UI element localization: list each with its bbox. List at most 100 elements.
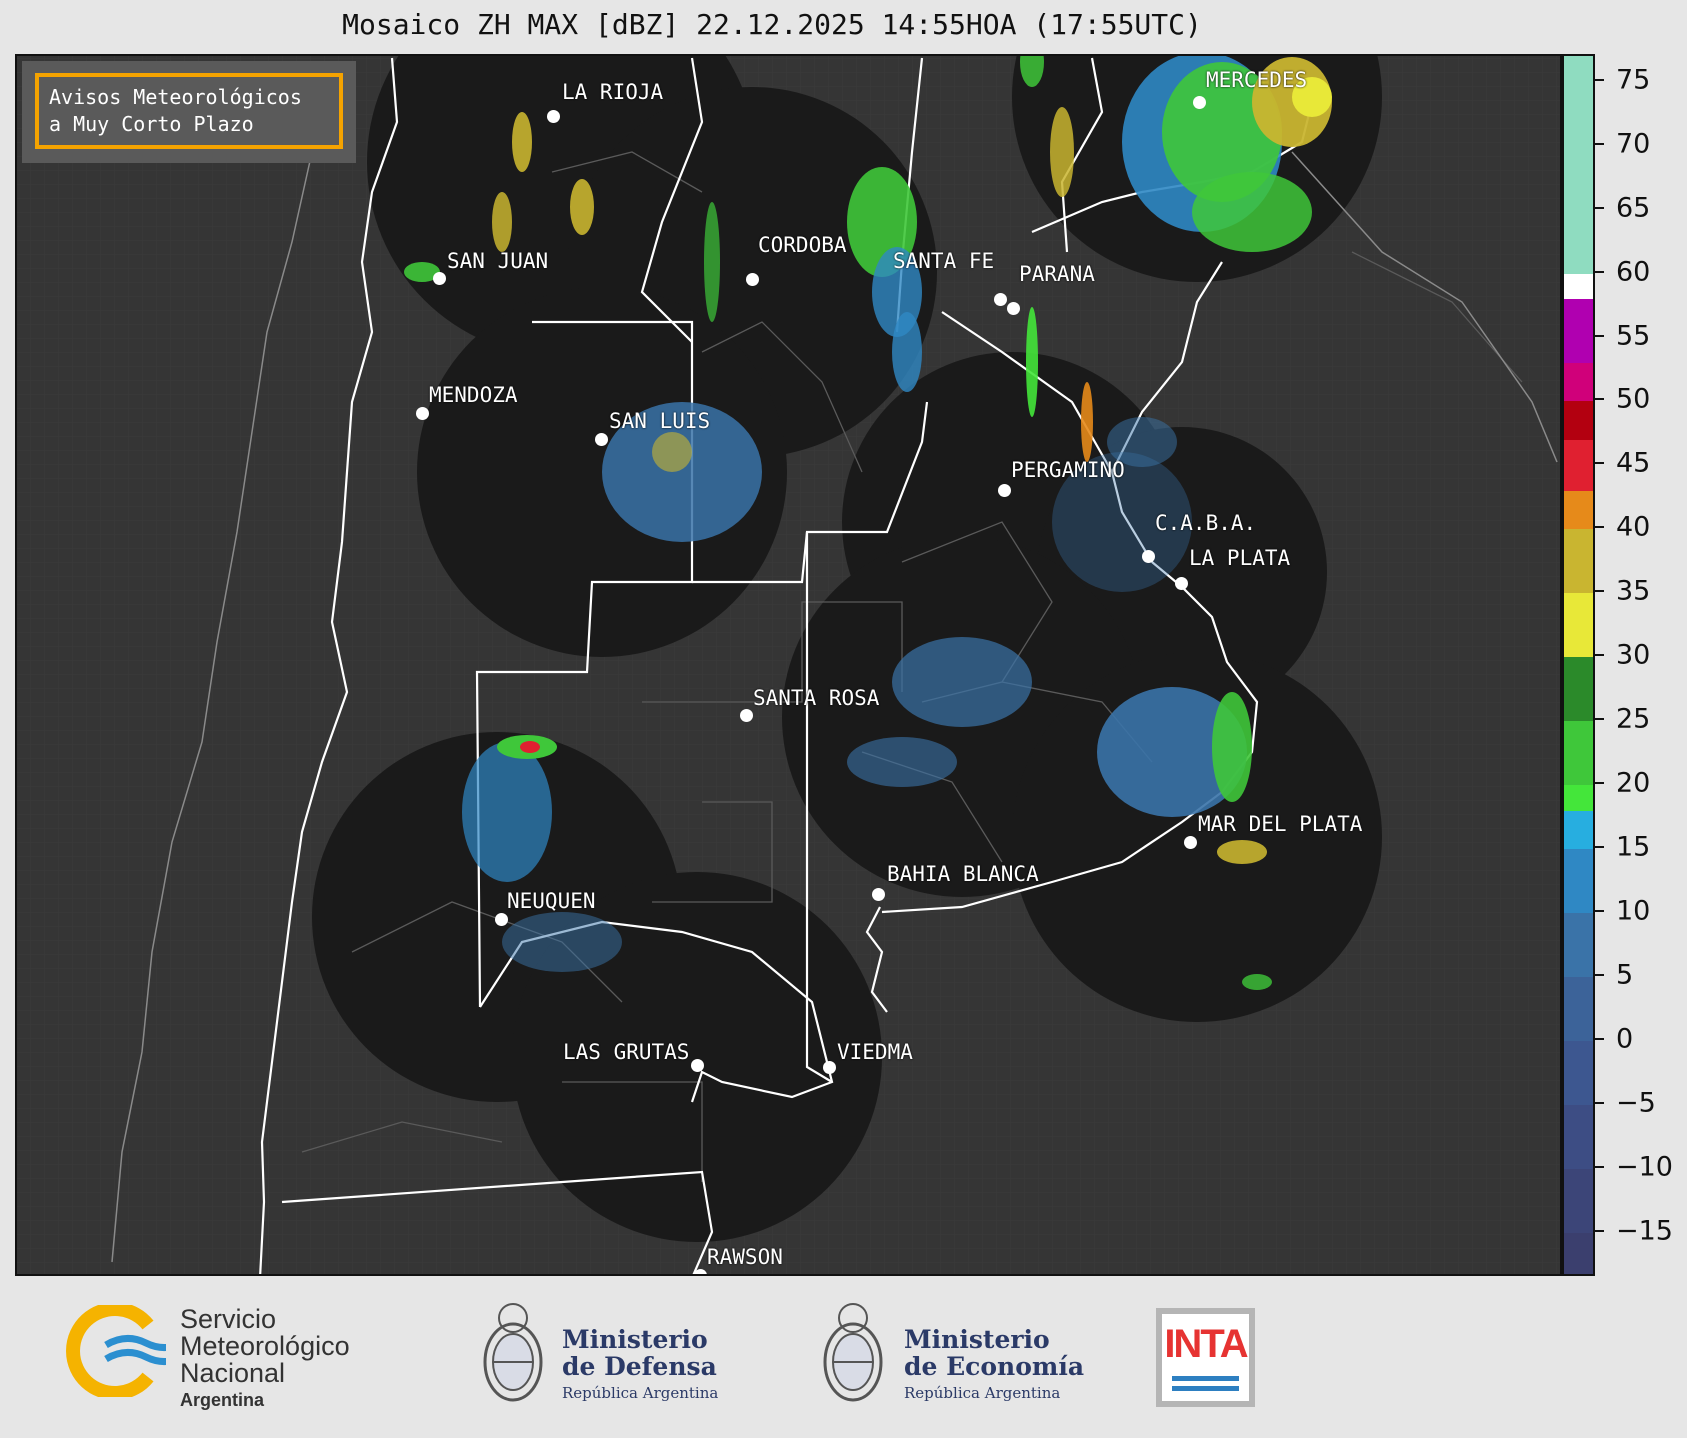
- city-dot: [1142, 550, 1155, 563]
- city-dot: [746, 273, 759, 286]
- colorbar-segment: [1564, 56, 1593, 274]
- colorbar-tick-mark: [1595, 1230, 1604, 1233]
- colorbar-segment: [1564, 1041, 1593, 1106]
- colorbar-tick-label: 35: [1616, 575, 1651, 607]
- colorbar-segment: [1564, 657, 1593, 722]
- coat-of-arms-icon: [823, 1303, 883, 1402]
- colorbar-tick-label: 25: [1616, 703, 1651, 735]
- city-dot: [1193, 96, 1206, 109]
- colorbar-tick-label: 30: [1616, 639, 1651, 671]
- defensa-line1: Ministerio: [562, 1325, 708, 1354]
- city-label-la-plata: LA PLATA: [1189, 546, 1291, 570]
- colorbar-tick-label: 45: [1616, 447, 1651, 479]
- economia-line2: de Economía: [904, 1352, 1085, 1381]
- colorbar-tick-mark: [1595, 398, 1604, 401]
- colorbar-tick-label: 15: [1616, 831, 1651, 863]
- colorbar-tick-label: 40: [1616, 511, 1651, 543]
- colorbar-segment: [1564, 810, 1593, 850]
- colorbar-tick-mark: [1595, 462, 1604, 465]
- colorbar-tick-mark: [1595, 1038, 1604, 1041]
- colorbar-tick-label: 10: [1616, 895, 1651, 927]
- colorbar-tick-mark: [1595, 78, 1604, 81]
- inta-logo: INTA: [1156, 1308, 1255, 1407]
- colorbar-segment: [1564, 849, 1593, 914]
- colorbar-tick-label: 50: [1616, 383, 1651, 415]
- colorbar-segment: [1564, 1105, 1593, 1170]
- colorbar-tick-mark: [1595, 654, 1604, 657]
- city-dot: [994, 293, 1007, 306]
- colorbar-tick-mark: [1595, 846, 1604, 849]
- colorbar-tick-label: 60: [1616, 256, 1651, 288]
- city-dot: [433, 272, 446, 285]
- city-label-caba: C.A.B.A.: [1155, 511, 1257, 535]
- colorbar-tick-mark: [1595, 782, 1604, 785]
- colorbar-tick-label: 70: [1616, 128, 1651, 160]
- avisos-line1: Avisos Meteorológicos: [49, 85, 302, 109]
- city-label-pergamino: PERGAMINO: [1011, 458, 1125, 482]
- colorbar-tick-mark: [1595, 526, 1604, 529]
- colorbar-tick-label: −10: [1616, 1151, 1673, 1183]
- city-dot: [1007, 302, 1020, 315]
- smn-logo-text: Servicio Meteorológico Nacional Argentin…: [180, 1306, 350, 1414]
- colorbar-tick-label: 55: [1616, 320, 1651, 351]
- city-label-santa-rosa: SANTA ROSA: [753, 686, 880, 710]
- city-dot: [547, 110, 560, 123]
- city-label-mendoza: MENDOZA: [429, 383, 518, 407]
- city-dot: [691, 1059, 704, 1072]
- colorbar-tick-label: 5: [1616, 959, 1634, 991]
- coat-of-arms-icon: [483, 1303, 543, 1402]
- colorbar-segment: [1564, 721, 1593, 786]
- colorbar-segment: [1564, 529, 1593, 594]
- city-dot: [495, 913, 508, 926]
- colorbar-tick-mark: [1595, 1102, 1604, 1105]
- city-label-san-luis: SAN LUIS: [609, 409, 711, 433]
- colorbar-segment: [1564, 273, 1593, 300]
- city-label-mercedes: MERCEDES: [1206, 68, 1308, 92]
- economia-line1: Ministerio: [904, 1325, 1050, 1354]
- colorbar-segment: [1564, 491, 1593, 530]
- city-label-san-juan: SAN JUAN: [447, 249, 549, 273]
- colorbar-segment: [1564, 1233, 1593, 1274]
- city-dot: [595, 433, 608, 446]
- city-dot: [823, 1061, 836, 1074]
- colorbar-tick-mark: [1595, 270, 1604, 273]
- city-label-neuquen: NEUQUEN: [507, 889, 596, 913]
- avisos-panel[interactable]: Avisos Meteorológicos a Muy Corto Plazo: [22, 61, 356, 163]
- smn-line2: Meteorológico: [180, 1331, 350, 1361]
- colorbar-tick-mark: [1595, 142, 1604, 145]
- defensa-logo-text: Ministerio de Defensa República Argentin…: [562, 1326, 718, 1407]
- city-dot: [694, 1269, 707, 1274]
- city-dot: [1184, 836, 1197, 849]
- city-label-la-rioja: LA RIOJA: [562, 80, 664, 104]
- colorbar-tick-mark: [1595, 206, 1604, 209]
- colorbar-tick-label: −5: [1616, 1087, 1656, 1119]
- radar-map[interactable]: LA RIOJA SAN JUAN CORDOBA SANTA FE PARAN…: [15, 54, 1562, 1276]
- city-label-bahia-blanca: BAHIA BLANCA: [887, 862, 1039, 886]
- colorbar-tick-mark: [1595, 910, 1604, 913]
- colorbar-tick-label: 20: [1616, 767, 1651, 799]
- city-label-parana: PARANA: [1019, 262, 1095, 286]
- colorbar-segment: [1564, 785, 1593, 811]
- colorbar-segment: [1564, 363, 1593, 402]
- smn-line4: Argentina: [180, 1390, 265, 1410]
- colorbar-segment: [1564, 977, 1593, 1042]
- smn-logo-icon: [66, 1305, 166, 1397]
- smn-line1: Servicio: [180, 1304, 277, 1334]
- map-title: Mosaico ZH MAX [dBZ] 22.12.2025 14:55HOA…: [342, 8, 1202, 41]
- colorbar-segment: [1564, 1169, 1593, 1234]
- defensa-sub: República Argentina: [562, 1384, 719, 1402]
- city-label-cordoba: CORDOBA: [758, 233, 847, 257]
- colorbar-tick-mark: [1595, 974, 1604, 977]
- avisos-link[interactable]: Avisos Meteorológicos a Muy Corto Plazo: [35, 73, 343, 149]
- colorbar: [1562, 54, 1595, 1276]
- smn-line3: Nacional: [180, 1358, 286, 1388]
- colorbar-tick-label: 75: [1616, 64, 1651, 96]
- city-dot: [998, 484, 1011, 497]
- colorbar-tick-mark: [1595, 590, 1604, 593]
- city-dot: [740, 709, 753, 722]
- colorbar-tick-label: −15: [1616, 1215, 1673, 1247]
- city-dot: [1175, 577, 1188, 590]
- colorbar-tick-mark: [1595, 334, 1604, 337]
- city-label-las-grutas: LAS GRUTAS: [563, 1040, 690, 1064]
- colorbar-segment: [1564, 439, 1593, 492]
